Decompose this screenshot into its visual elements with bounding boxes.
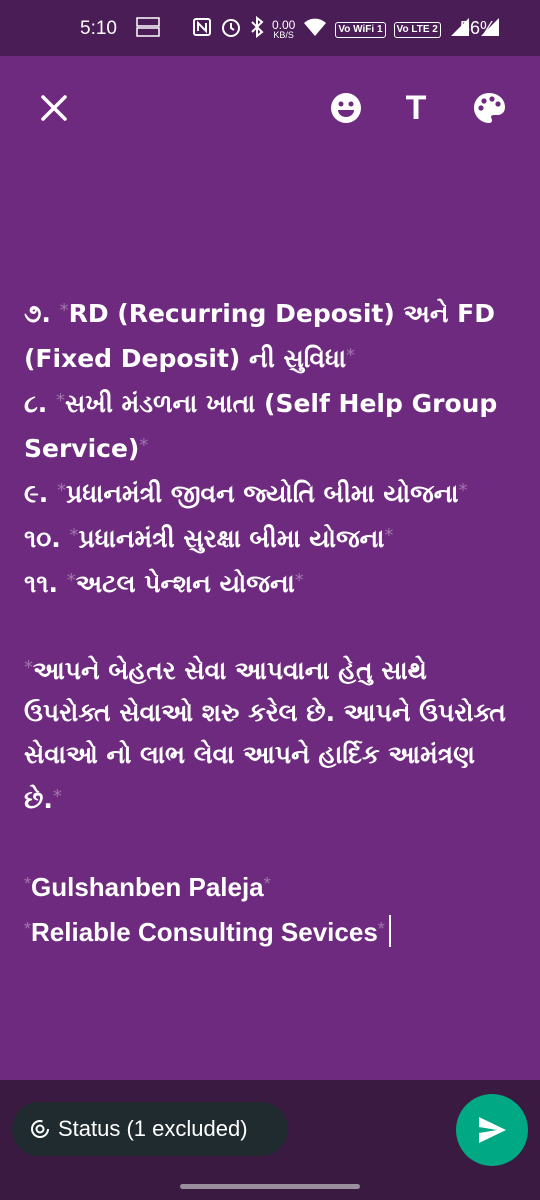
status-icons: 0.00 KB/S Vo WiFi 1 Vo LTE 2	[134, 15, 501, 43]
status-message-text[interactable]: ૭. *RD (Recurring Deposit) અને FD (Fixed…	[24, 290, 524, 953]
message-line: ૧૦. *પ્રધાનમંત્રી સુરક્ષા બીમા યોજના*	[24, 524, 394, 553]
status-text-editor[interactable]: T ૭. *RD (Recurring Deposit) અને FD (Fix…	[0, 56, 540, 1080]
bottom-bar: Status (1 excluded)	[0, 1080, 540, 1200]
wifi-icon	[303, 17, 327, 42]
home-indicator[interactable]	[180, 1184, 360, 1189]
clock-time: 5:10	[80, 18, 117, 39]
battery-level: 56%	[459, 18, 496, 38]
message-line: ૭. *RD (Recurring Deposit) અને FD	[24, 299, 495, 328]
status-privacy-label: Status (1 excluded)	[58, 1116, 248, 1141]
signature-name: *Gulshanben Paleja*	[24, 872, 271, 902]
message-line: Service)*	[24, 434, 149, 463]
signature-company: *Reliable Consulting Sevices*	[24, 908, 524, 953]
app-notification-icon	[134, 16, 162, 43]
message-line: ૮. *સખી મંડળના ખાતા (Self Help Group	[24, 389, 498, 418]
message-line: સેવાઓ નો લાભ લેવા આપને હાર્દિક આમંત્રણ	[24, 740, 475, 769]
send-button[interactable]	[456, 1094, 528, 1166]
volte-lte-badge: Vo LTE 2	[393, 21, 441, 38]
system-status-bar: 5:10 0.00 KB/S Vo WiFi 1 Vo LTE 2 56%	[0, 0, 540, 56]
status-privacy-chip[interactable]: Status (1 excluded)	[12, 1102, 288, 1156]
message-line: ૯. *પ્રધાનમંત્રી જીવન જ્યોતિ બીમા યોજના*	[24, 479, 468, 508]
bluetooth-icon	[250, 15, 264, 43]
message-line: ઉપરોક્ત સેવાઓ શરુ કરેલ છે. આપને ઉપરોક્ત	[24, 698, 506, 727]
message-line: છે.*	[24, 785, 62, 814]
nfc-icon	[192, 17, 212, 42]
message-line: (Fixed Deposit) ની સુવિધા*	[24, 344, 356, 373]
message-line: ૧૧. *અટલ પેન્શન યોજના*	[24, 569, 304, 598]
palette-icon	[474, 93, 505, 123]
alarm-icon	[220, 16, 242, 43]
text-cursor	[388, 915, 391, 947]
close-button[interactable]	[30, 84, 78, 132]
volte-wifi-badge: Vo WiFi 1	[335, 21, 386, 38]
message-line: *આપને બેહતર સેવા આપવાના હેતુ સાથે	[24, 656, 427, 685]
emoji-button[interactable]	[322, 84, 370, 132]
close-icon	[41, 95, 67, 121]
color-palette-button[interactable]	[465, 84, 513, 132]
status-ring-icon	[30, 1119, 50, 1139]
emoji-icon	[331, 93, 361, 123]
network-speed: 0.00 KB/S	[272, 18, 296, 40]
font-style-button[interactable]: T	[392, 84, 440, 132]
send-icon	[479, 1117, 506, 1143]
